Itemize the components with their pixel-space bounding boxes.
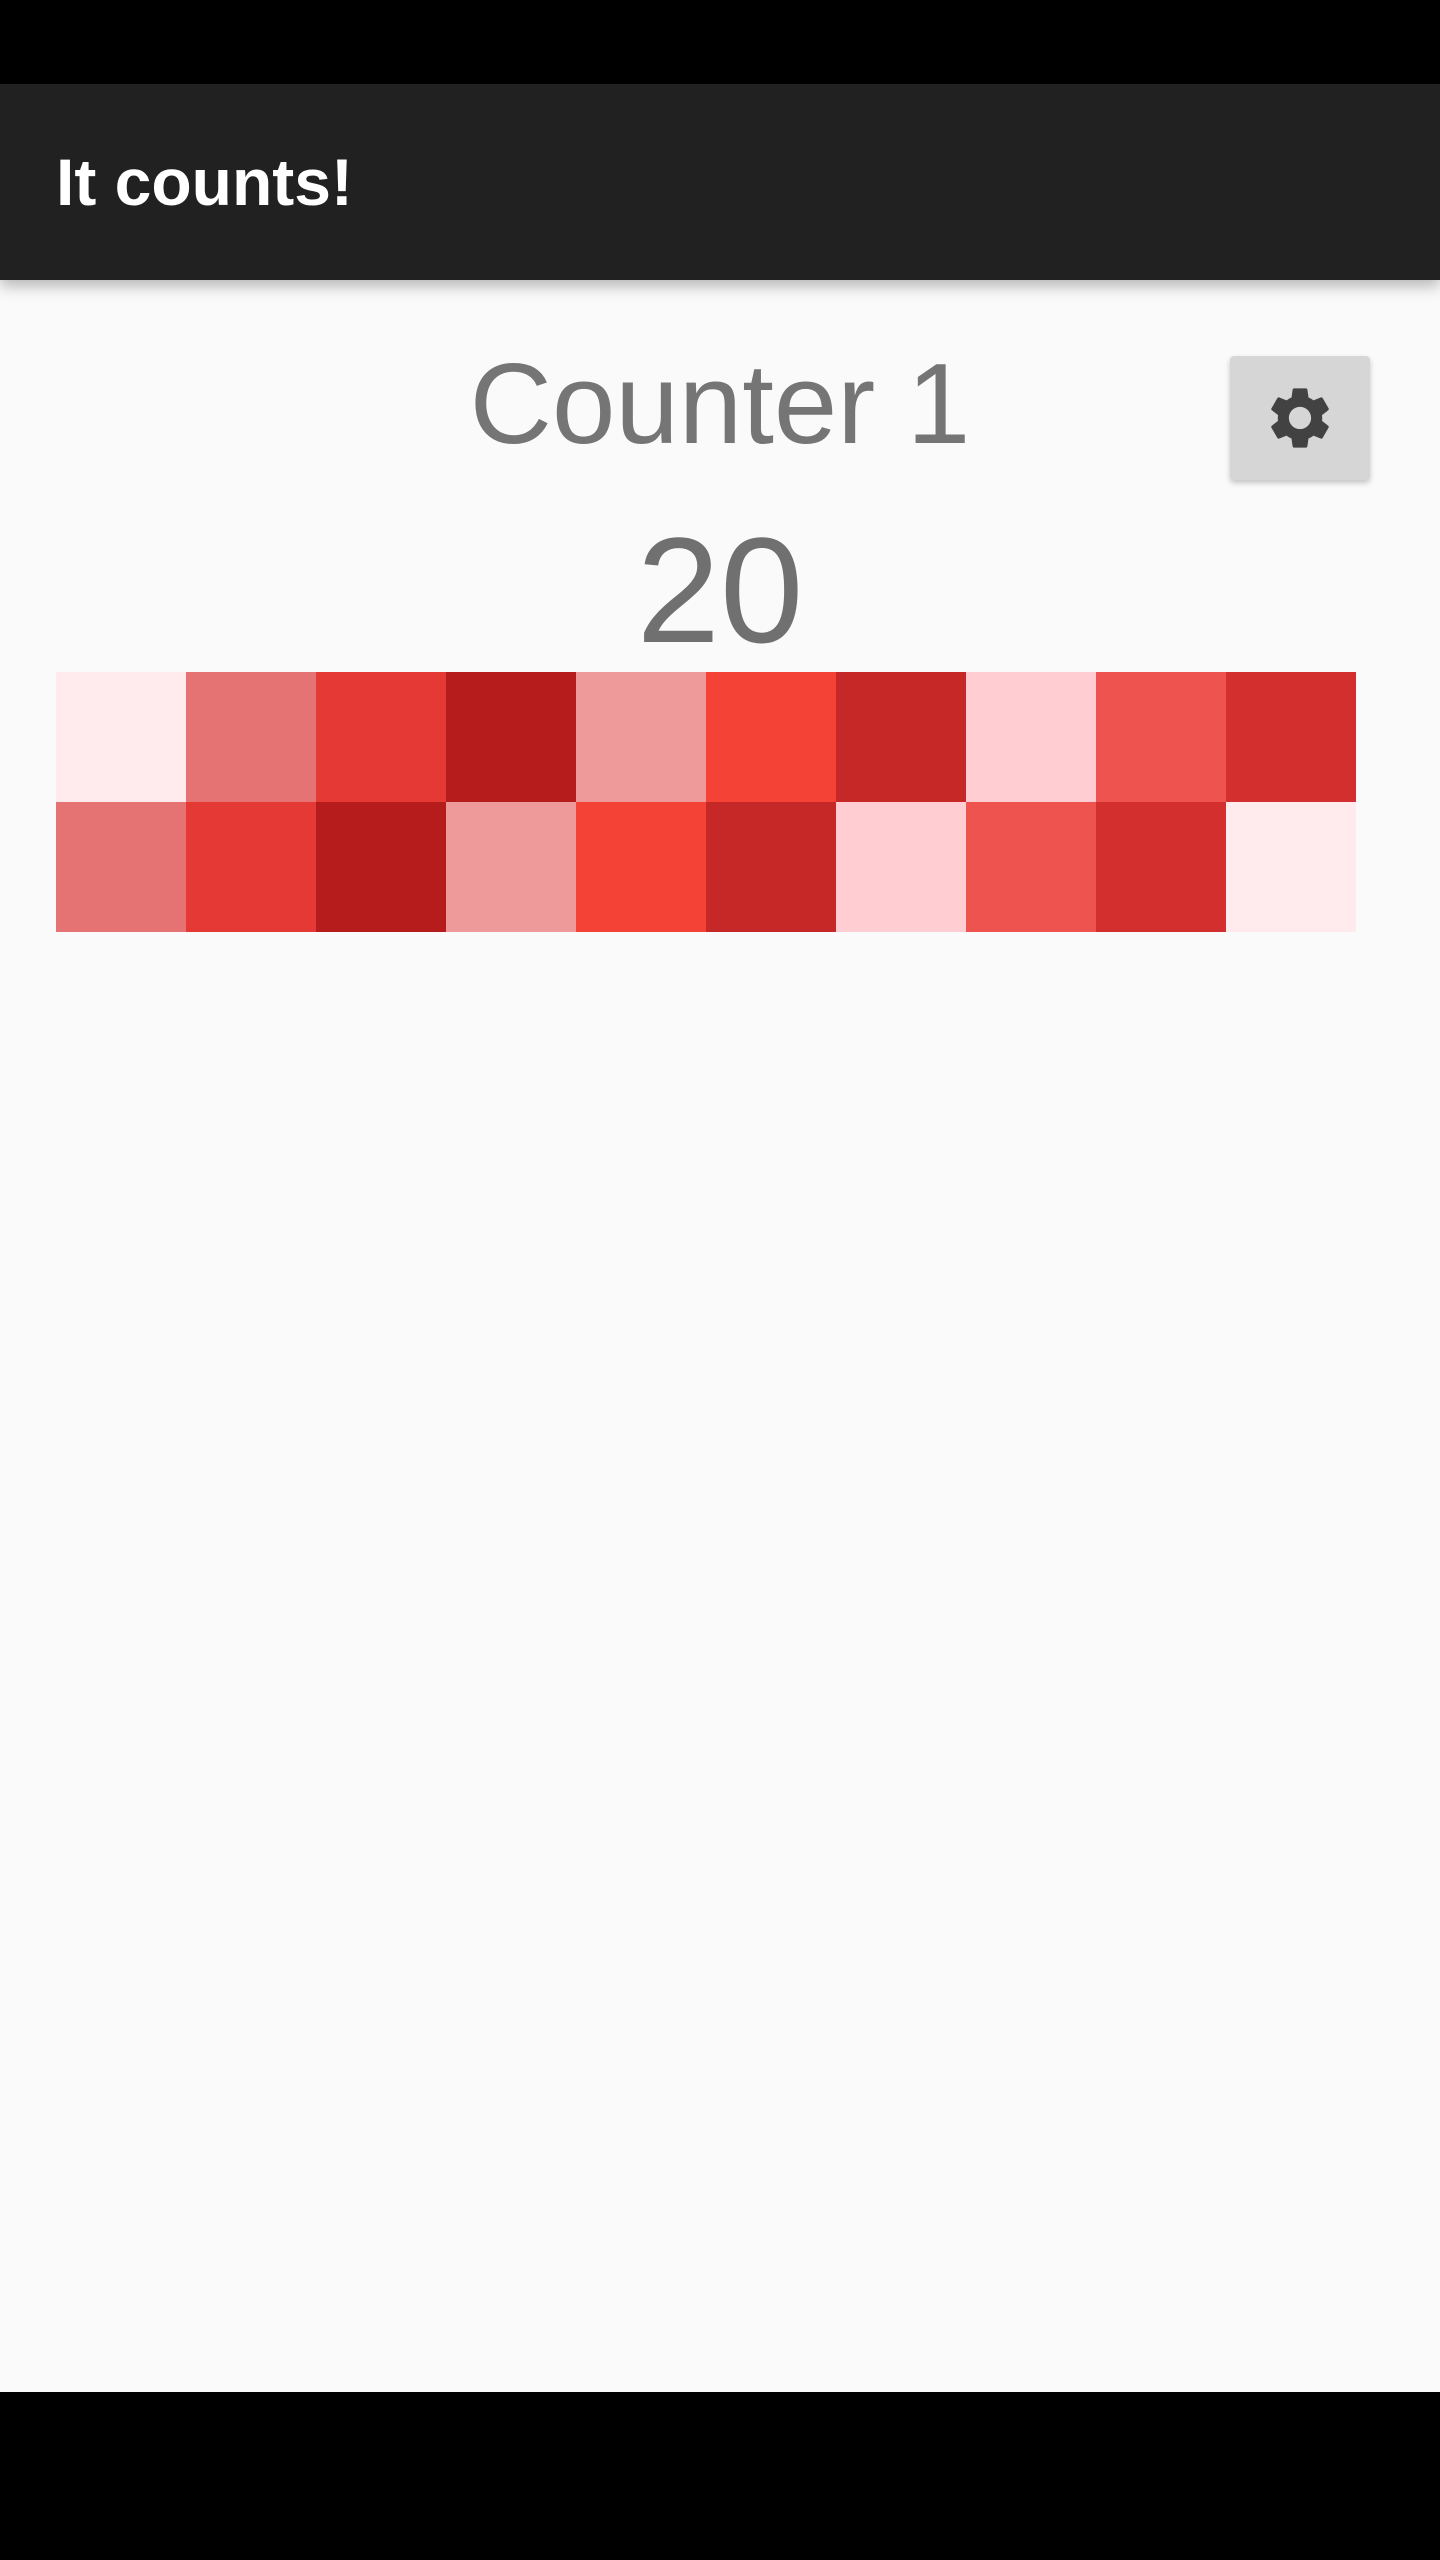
color-tile [706,672,836,802]
tile-grid [56,672,1356,932]
gear-icon [1271,388,1329,448]
app-title: It counts! [56,145,353,219]
color-tile [56,672,186,802]
color-tile [576,802,706,932]
settings-button[interactable] [1230,356,1370,480]
color-tile [56,802,186,932]
color-tile [966,672,1096,802]
color-tile [1226,802,1356,932]
status-bar [0,0,1440,84]
color-tile [446,802,576,932]
color-tile [706,802,836,932]
color-tile [186,802,316,932]
counter-name: Counter 1 [469,341,971,468]
color-tile [1226,672,1356,802]
color-tile [836,802,966,932]
color-tile [576,672,706,802]
counter-value: 20 [636,506,804,674]
color-tile [316,802,446,932]
color-tile [1096,672,1226,802]
color-tile [836,672,966,802]
color-tile [966,802,1096,932]
color-tile [1096,802,1226,932]
color-tile [186,672,316,802]
main-content: Counter 1 20 [0,280,1440,2392]
color-tile [316,672,446,802]
app-bar: It counts! [0,84,1440,280]
color-tile [446,672,576,802]
navigation-bar [0,2392,1440,2560]
